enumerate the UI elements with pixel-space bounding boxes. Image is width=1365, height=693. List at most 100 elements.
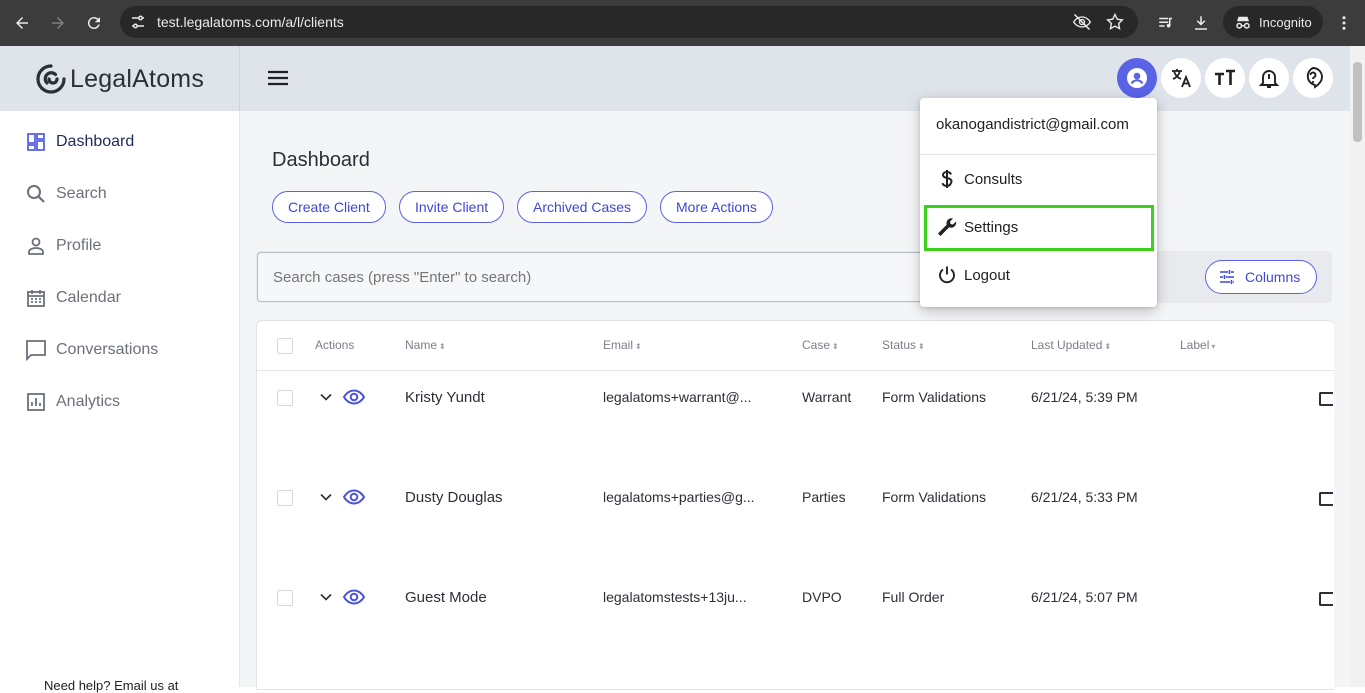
sort-icon: ⬍	[635, 342, 642, 351]
view-eye-icon[interactable]	[343, 389, 365, 405]
header-last-updated-label: Last Updated	[1031, 338, 1103, 352]
sidebar-item-calendar[interactable]: Calendar	[24, 286, 121, 310]
hamburger-menu-icon[interactable]	[267, 70, 289, 86]
menu-divider	[920, 154, 1157, 155]
menu-item-consults[interactable]: Consults	[936, 167, 1022, 191]
archived-cases-button[interactable]: Archived Cases	[517, 191, 648, 223]
app-header	[240, 46, 1350, 111]
sort-icon: ⬍	[918, 342, 925, 351]
site-settings-icon[interactable]	[130, 14, 146, 30]
menu-item-settings[interactable]: Settings	[936, 215, 1018, 239]
sidebar-item-label: Dashboard	[56, 133, 135, 150]
chevron-down-icon[interactable]	[319, 490, 333, 504]
eye-off-icon[interactable]	[1072, 12, 1092, 32]
cell-name[interactable]: Dusty Douglas	[405, 489, 503, 506]
search-input[interactable]	[257, 252, 957, 302]
header-email-label: Email	[603, 338, 634, 352]
translate-button[interactable]	[1161, 58, 1201, 98]
columns-button[interactable]: Columns	[1205, 260, 1317, 294]
cases-table: Actions Name ⬍ Email ⬍ Case ⬍ Status ⬍ Last …	[256, 320, 1334, 690]
sidebar-item-label: Conversations	[56, 341, 159, 358]
cell-name[interactable]: Kristy Yundt	[405, 389, 485, 406]
help-bubble-icon	[1306, 67, 1323, 89]
calendar-icon	[24, 286, 48, 310]
header-name-label: Name	[405, 338, 438, 352]
account-button[interactable]	[1117, 58, 1157, 98]
incognito-label: Incognito	[1259, 15, 1312, 30]
main-content: Dashboard Create Client Invite Client Ar…	[240, 111, 1350, 690]
dollar-icon	[936, 168, 958, 190]
download-icon[interactable]	[1189, 11, 1213, 35]
row-checkbox[interactable]	[277, 390, 293, 406]
sidebar-item-label: Search	[56, 185, 107, 202]
sidebar-item-conversations[interactable]: Conversations	[24, 338, 158, 362]
sidebar-item-profile[interactable]: Profile	[24, 234, 101, 258]
browser-menu-icon[interactable]	[1332, 11, 1356, 35]
row-action-icon[interactable]	[1319, 492, 1333, 506]
menu-item-label: Logout	[964, 266, 1010, 284]
sort-icon: ⬍	[832, 342, 839, 351]
sort-icon: ⬍	[1104, 342, 1112, 351]
cell-status: Full Order	[882, 589, 945, 605]
reload-icon[interactable]	[82, 11, 106, 35]
menu-item-label: Consults	[964, 170, 1023, 188]
sidebar-item-analytics[interactable]: Analytics	[24, 390, 120, 414]
header-last-updated[interactable]: Last Updated ⬍	[1031, 338, 1111, 352]
header-label[interactable]: Label ▾	[1180, 338, 1215, 352]
row-checkbox[interactable]	[277, 590, 293, 606]
create-client-button[interactable]: Create Client	[272, 191, 386, 223]
chevron-down-icon[interactable]	[319, 390, 333, 404]
invite-client-button[interactable]: Invite Client	[399, 191, 505, 223]
select-all-checkbox[interactable]	[277, 338, 293, 354]
table-row: Guest Mode legalatomstests+13ju... DVPO …	[257, 572, 1334, 672]
sidebar-item-dashboard[interactable]: Dashboard	[24, 130, 134, 154]
chat-icon	[24, 338, 48, 362]
cell-email: legalatoms+parties@g...	[603, 489, 755, 505]
row-checkbox[interactable]	[277, 490, 293, 506]
more-actions-button[interactable]: More Actions	[660, 191, 773, 223]
sidebar-item-search[interactable]: Search	[24, 182, 107, 206]
sidebar-nav: Dashboard Search Profile Calendar Conver…	[0, 111, 240, 693]
sidebar-item-label: Calendar	[56, 289, 121, 306]
legalatoms-logo-icon	[36, 64, 66, 94]
help-button[interactable]	[1293, 58, 1333, 98]
back-icon[interactable]	[10, 11, 34, 35]
bookmark-star-icon[interactable]	[1105, 12, 1125, 32]
sidebar-item-label: Profile	[56, 237, 102, 254]
search-bar: Columns	[256, 251, 1332, 303]
row-action-icon[interactable]	[1319, 392, 1333, 406]
wrench-icon	[936, 216, 958, 238]
logo-text-atoms: Atoms	[132, 64, 205, 93]
address-bar[interactable]: test.legalatoms.com/a/l/clients	[120, 6, 1138, 38]
cell-name[interactable]: Guest Mode	[405, 589, 487, 606]
cell-case: Warrant	[802, 389, 852, 405]
row-action-icon[interactable]	[1319, 592, 1333, 606]
menu-item-logout[interactable]: Logout	[936, 263, 1010, 287]
scrollbar-thumb[interactable]	[1353, 62, 1362, 142]
cell-last-updated: 6/21/24, 5:33 PM	[1031, 489, 1138, 505]
forward-icon[interactable]	[46, 11, 70, 35]
legalatoms-logo[interactable]: LegalAtoms	[35, 63, 204, 95]
incognito-badge[interactable]: Incognito	[1223, 6, 1323, 38]
cell-status: Form Validations	[882, 389, 987, 405]
header-label-label: Label	[1180, 338, 1210, 352]
incognito-icon	[1236, 16, 1250, 29]
user-dropdown-menu: okanogandistrict@gmail.com Consults Sett…	[920, 98, 1157, 307]
tune-icon	[1220, 270, 1234, 284]
sort-icon: ⬍	[439, 342, 446, 351]
chevron-down-icon[interactable]	[319, 590, 333, 604]
header-status[interactable]: Status ⬍	[882, 338, 925, 352]
header-email[interactable]: Email ⬍	[603, 338, 642, 352]
header-case[interactable]: Case ⬍	[802, 338, 839, 352]
text-size-button[interactable]	[1205, 58, 1245, 98]
page-scrollbar[interactable]	[1350, 46, 1365, 687]
translate-icon	[1172, 69, 1191, 88]
help-footer-text: Need help? Email us at	[44, 678, 179, 693]
header-name[interactable]: Name ⬍	[405, 338, 446, 352]
view-eye-icon[interactable]	[343, 489, 365, 505]
media-queue-icon[interactable]	[1154, 11, 1178, 35]
view-eye-icon[interactable]	[343, 589, 365, 605]
header-case-label: Case	[802, 338, 831, 352]
notifications-button[interactable]	[1249, 58, 1289, 98]
cell-case: Parties	[802, 489, 846, 505]
